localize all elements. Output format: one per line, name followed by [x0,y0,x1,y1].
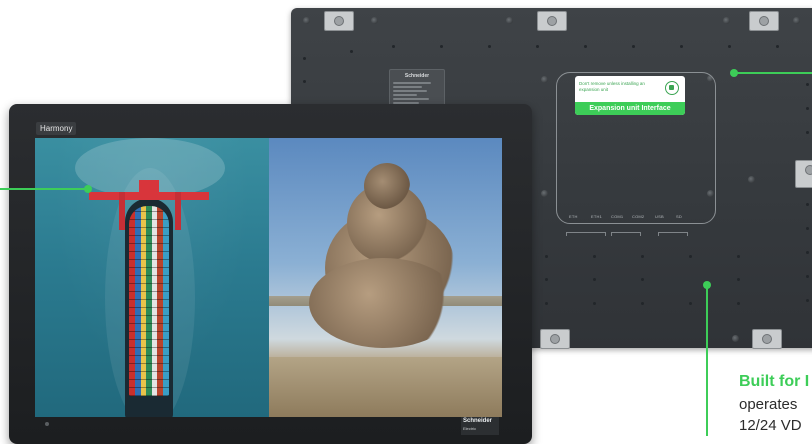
screw [371,17,378,24]
vent-dot [440,45,443,48]
mount-clip [795,160,812,188]
vent-dot [632,45,635,48]
vent-dot [350,50,353,53]
vent-dot [641,255,644,258]
screw [723,17,730,24]
screw [506,17,513,24]
screw [541,76,548,83]
brand-logo: Schneider Electric [461,417,499,435]
touch-screen[interactable] [35,138,502,417]
port-label-com1: COM1 [611,214,624,219]
status-led [45,422,49,426]
port-bracket [658,232,688,236]
vent-dot [806,299,809,302]
callout-dot-expansion [730,69,738,77]
screen-title: Harmony [36,122,77,135]
vent-dot [536,45,539,48]
vent-dot [806,107,809,110]
callout-line-expansion [734,72,812,74]
cargo-ship-image [35,138,269,417]
callout-dot-screen [84,185,92,193]
product-label-brand: Schneider [404,73,430,79]
vent-dot [737,255,740,258]
vent-dot [806,131,809,134]
vent-dot [737,278,740,281]
vent-dot [806,227,809,230]
vent-dot [806,275,809,278]
port-bracket [566,232,606,236]
vent-dot [776,45,779,48]
brand-logo-subtext: Electric [463,426,477,431]
quarry-ground [269,357,502,417]
vent-dot [680,45,683,48]
explosion-image [269,138,502,417]
mount-clip [752,329,782,349]
screw [541,190,548,197]
vent-dot [806,203,809,206]
port-label-com2: COM2 [632,214,645,219]
mount-clip [537,11,567,31]
feature-body-line-2: 12/24 VD [739,417,802,434]
vent-dot [806,251,809,254]
vent-dot [545,255,548,258]
port-label-eth: ETH [569,214,578,219]
port-label-sd: SD [676,214,682,219]
crane-cab [139,180,159,194]
brand-logo-text: Schneider [463,418,493,424]
expansion-sticker-title: Expansion unit Interface [575,102,685,115]
vent-dot [641,278,644,281]
vent-dot [737,302,740,305]
port-label-usb: USB [655,214,664,219]
expansion-warning-text: Don't remove unless installing an expans… [579,81,645,92]
port-label-eth1: ETH1 [591,214,603,219]
vent-dot [584,45,587,48]
mount-clip [540,329,570,349]
vent-dot [303,57,306,60]
feature-body: operates 12/24 VD [739,394,812,436]
mount-clip [324,11,354,31]
port-bracket [611,232,641,236]
feature-body-line-1: operates [739,396,798,413]
vent-dot [545,278,548,281]
vent-dot [545,302,548,305]
callout-line-power [706,286,708,436]
push-icon [665,81,679,95]
feature-title: Built for I [739,373,810,390]
vent-dot [728,45,731,48]
screw [748,176,755,183]
vent-dot [593,302,596,305]
screw [793,17,800,24]
expansion-sticker: Don't remove unless installing an expans… [575,76,685,115]
cargo-containers [129,206,169,396]
vent-dot [392,45,395,48]
vent-dot [593,255,596,258]
vent-dot [689,302,692,305]
vent-dot [488,45,491,48]
mount-clip [749,11,779,31]
callout-dot-power [703,281,711,289]
vent-dot [641,302,644,305]
callout-line-screen [0,188,86,190]
vent-dot [593,278,596,281]
vent-dot [303,80,306,83]
screw [303,17,310,24]
screw [732,335,739,342]
vent-dot [689,255,692,258]
vent-dot [806,83,809,86]
